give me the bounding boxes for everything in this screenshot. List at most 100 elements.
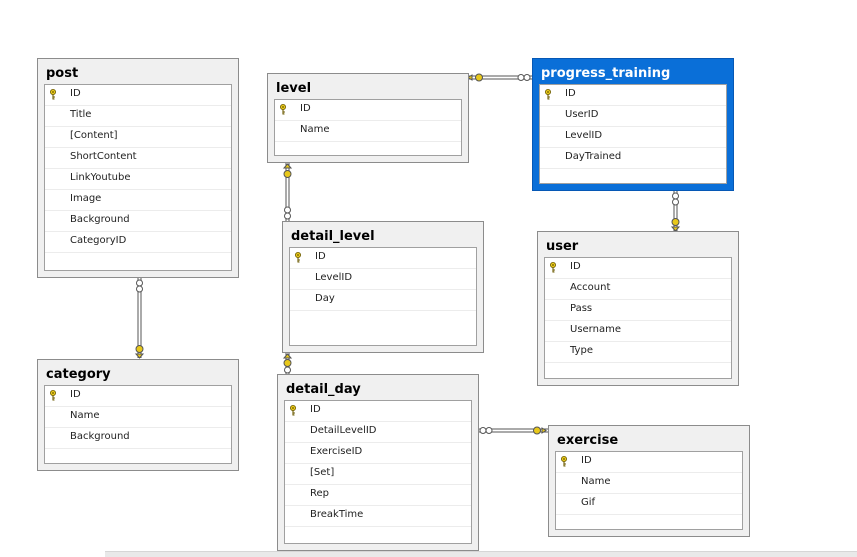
table-level[interactable]: level ID Name (267, 73, 469, 163)
column-row[interactable]: ExerciseID (285, 443, 471, 464)
table-exercise[interactable]: exercise ID Name Gif (548, 425, 750, 537)
key-cell (275, 100, 291, 119)
table-title: user (546, 239, 579, 254)
column-row[interactable]: DayTrained (540, 148, 726, 169)
column-name: ID (70, 88, 81, 99)
column-row[interactable]: Day (290, 290, 476, 311)
relation-detail_level-detail_day (282, 353, 293, 375)
relation-level-progress_training (467, 73, 533, 82)
column-name: LevelID (565, 130, 603, 141)
key-cell (545, 321, 561, 340)
column-row[interactable]: ID (275, 100, 461, 121)
key-cell (556, 452, 572, 471)
column-row[interactable]: [Content] (45, 127, 231, 148)
column-row[interactable]: Account (545, 279, 731, 300)
key-cell (45, 407, 61, 426)
primary-key-icon (50, 89, 56, 100)
table-user[interactable]: user ID Account Pass Username Type (537, 231, 739, 386)
column-row[interactable]: UserID (540, 106, 726, 127)
key-cell (45, 148, 61, 167)
key-cell (45, 211, 61, 230)
column-row[interactable]: Title (45, 106, 231, 127)
column-name: BreakTime (310, 509, 364, 520)
horizontal-scrollbar[interactable] (105, 551, 857, 557)
key-cell (556, 473, 572, 492)
key-cell (290, 248, 306, 267)
primary-key-icon (50, 390, 56, 401)
column-row[interactable]: ID (45, 85, 231, 106)
column-row[interactable]: LevelID (540, 127, 726, 148)
key-cell (45, 428, 61, 447)
table-detail_level[interactable]: detail_level ID LevelID Day (282, 221, 484, 353)
column-name: Account (570, 282, 611, 293)
key-cell (285, 422, 301, 441)
relation-detail_day-exercise (478, 426, 549, 435)
column-row[interactable]: ID (556, 452, 742, 473)
diagram-canvas: post ID Title [Content] ShortContent LinkYou… (0, 0, 857, 557)
column-name: Rep (310, 488, 329, 499)
key-cell (556, 494, 572, 513)
column-name: DayTrained (565, 151, 622, 162)
column-row[interactable]: Name (556, 473, 742, 494)
key-cell (290, 290, 306, 309)
column-row[interactable]: ID (545, 258, 731, 279)
key-cell (45, 169, 61, 188)
column-row[interactable]: BreakTime (285, 506, 471, 527)
column-row[interactable]: Type (545, 342, 731, 363)
column-row[interactable]: Name (45, 407, 231, 428)
key-cell (45, 386, 61, 405)
column-row[interactable]: LevelID (290, 269, 476, 290)
primary-key-icon (290, 405, 296, 416)
column-name: CategoryID (70, 235, 127, 246)
column-row[interactable]: LinkYoutube (45, 169, 231, 190)
column-row[interactable]: ID (290, 248, 476, 269)
primary-key-icon (550, 262, 556, 273)
key-cell (285, 485, 301, 504)
column-row[interactable]: [Set] (285, 464, 471, 485)
column-row[interactable]: Rep (285, 485, 471, 506)
column-row[interactable]: DetailLevelID (285, 422, 471, 443)
column-name: ID (70, 389, 81, 400)
key-cell (275, 121, 291, 140)
column-row[interactable]: ID (540, 85, 726, 106)
key-cell (540, 148, 556, 167)
key-cell (45, 190, 61, 209)
column-row[interactable]: Username (545, 321, 731, 342)
key-cell (545, 258, 561, 277)
key-cell (540, 127, 556, 146)
column-row[interactable]: Background (45, 428, 231, 449)
column-name: Title (70, 109, 92, 120)
column-name: ShortContent (70, 151, 137, 162)
relation-progress_training-user (670, 191, 681, 232)
column-row[interactable]: CategoryID (45, 232, 231, 253)
column-row[interactable]: ID (285, 401, 471, 422)
column-list: ID Name (274, 99, 462, 156)
key-cell (285, 443, 301, 462)
table-category[interactable]: category ID Name Background (37, 359, 239, 471)
key-cell (545, 342, 561, 361)
column-list: ID Title [Content] ShortContent LinkYoutube I… (44, 84, 232, 271)
table-title: post (46, 66, 79, 81)
column-row[interactable]: Background (45, 211, 231, 232)
column-name: ExerciseID (310, 446, 363, 457)
column-row[interactable]: Pass (545, 300, 731, 321)
column-list: ID Name Gif (555, 451, 743, 530)
column-row[interactable]: Name (275, 121, 461, 142)
column-name: Name (581, 476, 611, 487)
column-name: Name (300, 124, 330, 135)
column-row[interactable]: ShortContent (45, 148, 231, 169)
column-list: ID Name Background (44, 385, 232, 464)
column-list: ID DetailLevelID ExerciseID [Set] Rep BreakTi… (284, 400, 472, 544)
column-list: ID LevelID Day (289, 247, 477, 346)
table-detail_day[interactable]: detail_day ID DetailLevelID ExerciseID [Set… (277, 374, 479, 551)
column-name: Type (570, 345, 593, 356)
key-cell (285, 464, 301, 483)
column-row[interactable]: Gif (556, 494, 742, 515)
column-row[interactable]: Image (45, 190, 231, 211)
column-row[interactable]: ID (45, 386, 231, 407)
column-name: UserID (565, 109, 599, 120)
table-post[interactable]: post ID Title [Content] ShortContent LinkYou… (37, 58, 239, 278)
column-name: LevelID (315, 272, 353, 283)
table-title: progress_training (541, 66, 671, 81)
table-progress_training[interactable]: progress_training ID UserID LevelID DayTrai… (532, 58, 734, 191)
